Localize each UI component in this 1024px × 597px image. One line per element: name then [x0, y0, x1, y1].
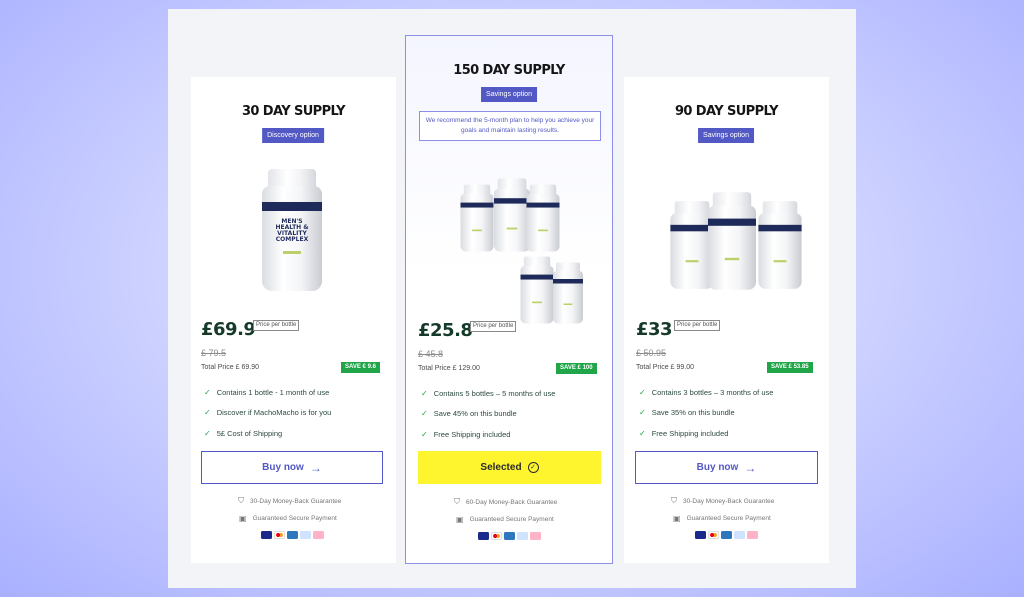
payment-methods: [695, 531, 758, 539]
buy-now-button[interactable]: Buy now →: [201, 451, 383, 484]
total-price: Total Price £ 69.90: [201, 364, 259, 371]
plan-card-150-day: 150 DAY SUPPLY Savings option We recomme…: [405, 35, 613, 564]
lock-icon: ▣: [673, 514, 681, 523]
check-icon: ✓: [204, 388, 211, 397]
plan-tag: Discovery option: [262, 128, 324, 143]
product-bottle: MEN'S HEALTH & VITALITY COMPLEX: [261, 169, 323, 291]
plan-tag: Savings option: [698, 128, 754, 143]
selected-button[interactable]: Selected ✓: [418, 451, 601, 484]
save-badge: SAVE £ 53.85: [767, 362, 813, 373]
amex-icon: [504, 532, 515, 540]
klarna-icon: [530, 532, 541, 540]
check-icon: ✓: [421, 389, 428, 398]
feature-item: ✓ 5£ Cost of Shipping: [204, 429, 283, 438]
visa-icon: [261, 531, 272, 539]
check-icon: ✓: [204, 429, 211, 438]
secure-payment: ▣ Guaranteed Secure Payment: [673, 514, 771, 523]
check-icon: ✓: [639, 388, 646, 397]
shield-icon: ⛉: [238, 496, 244, 505]
payment-methods: [261, 531, 324, 539]
shield-icon: ⛉: [671, 496, 677, 505]
feature-item: ✓ Free Shipping included: [639, 429, 729, 438]
mastercard-icon: [491, 532, 502, 540]
check-icon: ✓: [639, 429, 646, 438]
lock-icon: ▣: [239, 514, 247, 523]
old-price: £ 50.95: [636, 348, 667, 358]
paypal-icon: [300, 531, 311, 539]
payment-methods: [478, 532, 541, 540]
check-icon: ✓: [639, 408, 646, 417]
price-per-bottle-label: Price per bottle: [470, 321, 517, 332]
feature-item: ✓ Free Shipping included: [421, 430, 511, 439]
paypal-icon: [517, 532, 528, 540]
save-badge: SAVE € 9.6: [341, 362, 380, 373]
plan-card-30-day: 30 DAY SUPPLY Discovery option MEN'S HEA…: [191, 77, 396, 563]
plan-title: 150 DAY SUPPLY: [453, 63, 565, 78]
mastercard-icon: [708, 531, 719, 539]
feature-item: ✓ Save 35% on this bundle: [639, 408, 735, 417]
mastercard-icon: [274, 531, 285, 539]
plan-tag: Savings option: [481, 87, 537, 102]
secure-payment: ▣ Guaranteed Secure Payment: [456, 515, 554, 524]
paypal-icon: [734, 531, 745, 539]
amex-icon: [287, 531, 298, 539]
plan-title: 30 DAY SUPPLY: [241, 104, 346, 119]
secure-payment: ▣ Guaranteed Secure Payment: [239, 514, 337, 523]
total-price: Total Price £ 129.00: [418, 365, 480, 372]
recommendation-note: We recommend the 5-month plan to help yo…: [419, 111, 601, 141]
money-back-guarantee: ⛉ 60-Day Money-Back Guarantee: [454, 497, 558, 506]
check-icon: ✓: [204, 408, 211, 417]
visa-icon: [478, 532, 489, 540]
money-back-guarantee: ⛉ 30-Day Money-Back Guarantee: [238, 496, 342, 505]
check-circle-icon: ✓: [527, 462, 539, 473]
total-price: Total Price £ 99.00: [636, 364, 694, 371]
feature-item: ✓ Contains 5 bottles – 5 months of use: [421, 389, 556, 398]
old-price: £ 79.5: [201, 348, 227, 358]
price: £25.8: [418, 320, 473, 341]
check-icon: ✓: [421, 430, 428, 439]
price-per-bottle-label: Price per bottle: [253, 320, 300, 331]
price: £33: [636, 319, 673, 340]
klarna-icon: [747, 531, 758, 539]
old-price: £ 45.8: [418, 349, 444, 359]
feature-item: ✓ Save 45% on this bundle: [421, 409, 517, 418]
check-icon: ✓: [421, 409, 428, 418]
plan-card-90-day: 90 DAY SUPPLY Savings option £33 Price p…: [624, 77, 829, 563]
price: £69.9: [201, 319, 256, 340]
save-badge: SAVE £ 100: [556, 363, 597, 374]
visa-icon: [695, 531, 706, 539]
amex-icon: [721, 531, 732, 539]
buy-now-button[interactable]: Buy now →: [635, 451, 818, 484]
feature-item: ✓ Discover if MachoMacho is for you: [204, 408, 332, 417]
shield-icon: ⛉: [454, 497, 460, 506]
money-back-guarantee: ⛉ 30-Day Money-Back Guarantee: [671, 496, 775, 505]
feature-item: ✓ Contains 1 bottle - 1 month of use: [204, 388, 330, 397]
price-per-bottle-label: Price per bottle: [674, 320, 721, 331]
feature-item: ✓ Contains 3 bottles – 3 months of use: [639, 388, 774, 397]
product-label: MEN'S HEALTH & VITALITY COMPLEX: [275, 218, 309, 243]
klarna-icon: [313, 531, 324, 539]
plan-title: 90 DAY SUPPLY: [674, 104, 779, 119]
arrow-right-icon: →: [309, 460, 322, 475]
lock-icon: ▣: [456, 515, 464, 524]
arrow-right-icon: →: [744, 460, 757, 475]
